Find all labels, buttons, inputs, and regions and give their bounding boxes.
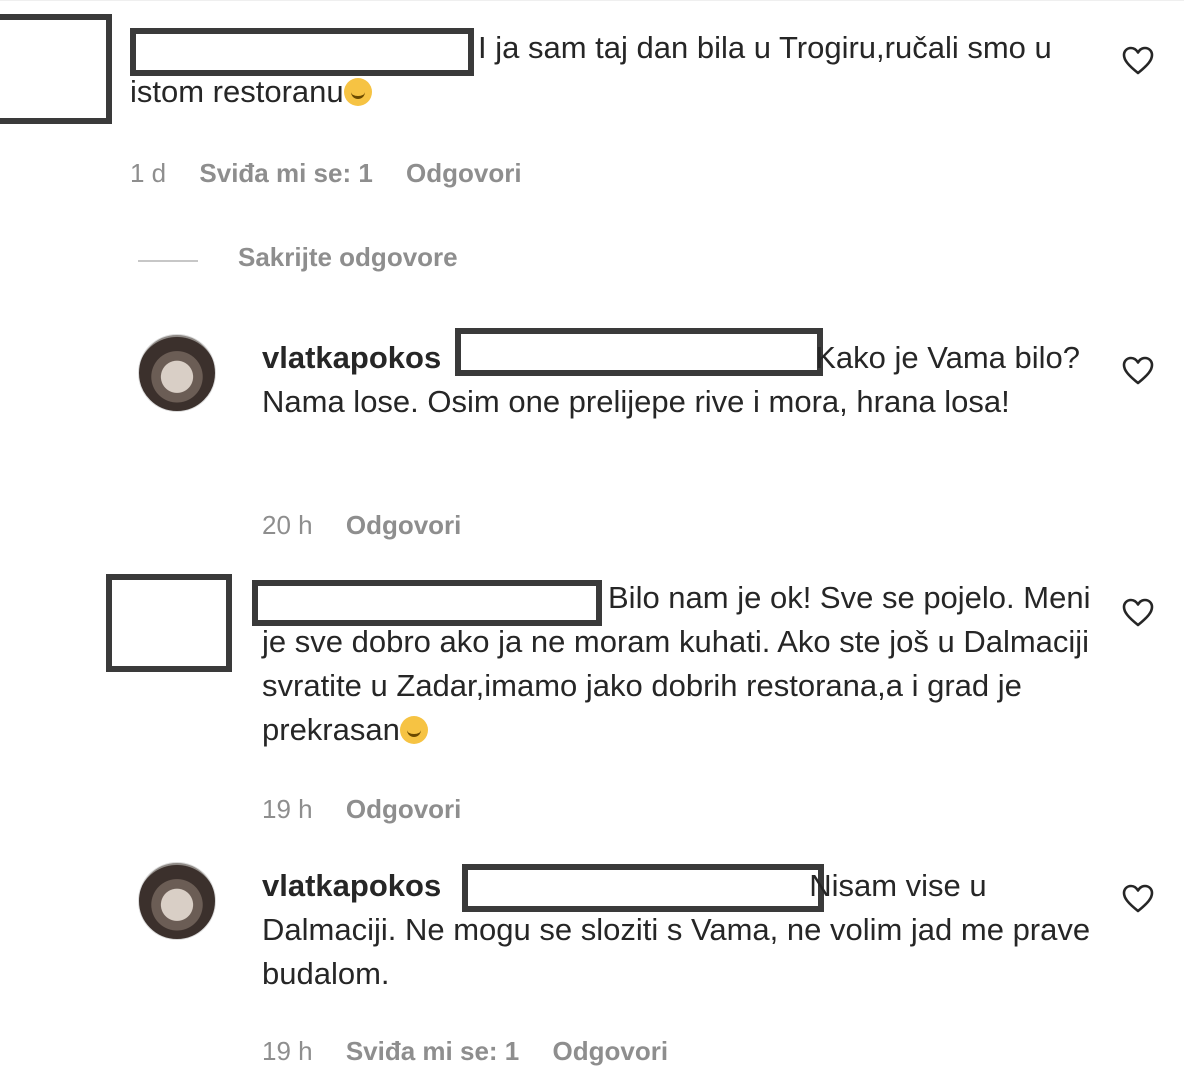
comment-time: 20 h — [262, 510, 313, 540]
heart-icon[interactable] — [1122, 356, 1154, 386]
redacted-avatar — [0, 14, 112, 124]
reply-button[interactable]: Odgovori — [406, 158, 522, 188]
comment-text: I ja sam taj dan bila u Trogiru,ručali s… — [130, 30, 1052, 109]
smile-emoji — [399, 716, 428, 744]
avatar[interactable] — [138, 862, 216, 940]
heart-icon[interactable] — [1122, 598, 1154, 628]
comment-time: 19 h — [262, 1036, 313, 1066]
likes-count[interactable]: Sviđa mi se: 1 — [199, 158, 372, 188]
top-divider — [0, 0, 1184, 1]
avatar[interactable] — [138, 334, 216, 412]
comment-text: vlatkapokos Kako je Vama bilo? Nama lose.… — [262, 340, 1081, 419]
comment-time: 19 h — [262, 794, 313, 824]
heart-icon[interactable] — [1122, 884, 1154, 914]
heart-icon[interactable] — [1122, 46, 1154, 76]
replies-divider — [138, 260, 198, 262]
comment-meta: 1 d Sviđa mi se: 1 Odgovori — [130, 158, 548, 189]
redacted-avatar — [106, 574, 232, 672]
likes-count[interactable]: Sviđa mi se: 1 — [346, 1036, 519, 1066]
reply-button[interactable]: Odgovori — [346, 794, 462, 824]
comment-text: vlatkapokos Nisam vise u Dalmaciji. Ne mo… — [262, 868, 1091, 991]
comment-username[interactable]: vlatkapokos — [262, 340, 441, 375]
comment-username[interactable]: vlatkapokos — [262, 868, 441, 903]
reply-button[interactable]: Odgovori — [553, 1036, 669, 1066]
hide-replies-button[interactable]: Sakrijte odgovore — [238, 242, 458, 273]
comment-meta: 20 h Odgovori — [262, 510, 487, 541]
comment-meta: 19 h Sviđa mi se: 1 Odgovori — [262, 1036, 694, 1067]
smile-emoji — [343, 78, 372, 106]
comment-time: 1 d — [130, 158, 167, 188]
comment-meta: 19 h Odgovori — [262, 794, 487, 825]
reply-button[interactable]: Odgovori — [346, 510, 462, 540]
comment-text: Bilo nam je ok! Sve se pojelo. Meni je s… — [262, 580, 1091, 747]
